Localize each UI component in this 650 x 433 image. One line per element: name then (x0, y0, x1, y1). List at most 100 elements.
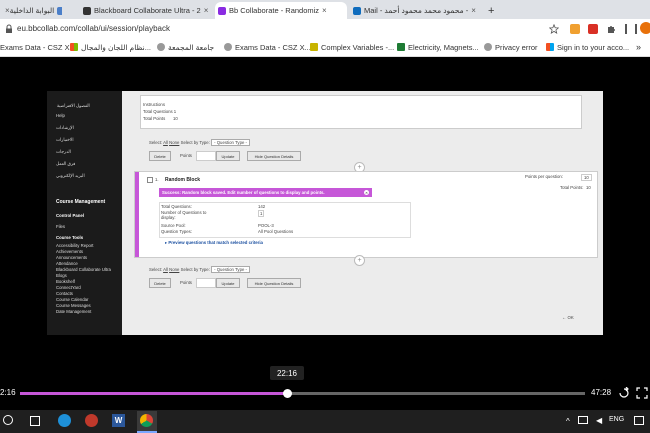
close-icon[interactable]: × (322, 6, 327, 15)
sidebar-item: البريد الإلكتروني (56, 173, 85, 178)
bb-favicon-icon (218, 6, 226, 15)
word-icon[interactable]: W (112, 414, 125, 427)
random-block-title: Random Block (165, 177, 201, 183)
random-block-fields: Total Questions: 142 Number of Questions… (159, 202, 411, 238)
bookmark-exams-data-2[interactable]: Exams Data - CSZ X... (224, 41, 311, 53)
preview-questions-link[interactable]: ▸ Preview questions that match selected … (165, 240, 263, 246)
new-tab-button[interactable]: + (488, 2, 500, 19)
duration: 47:28 (591, 388, 612, 397)
tab-strip: × البوابة الداخلية Blackboard Collaborat… (0, 0, 650, 19)
points-input[interactable] (196, 151, 216, 161)
tool-item: Blackboard Collaborate Ultra (56, 267, 111, 272)
close-icon[interactable]: × (204, 6, 209, 15)
tab-collaborate-ultra[interactable]: Blackboard Collaborate Ultra - 2 × (80, 2, 210, 19)
close-icon[interactable]: × (471, 6, 476, 15)
bookmark-majmaah-university[interactable]: جامعة المجمعة (157, 41, 214, 53)
tab-mail[interactable]: Mail - محمود محمد محمود أحمد - × (350, 2, 480, 19)
preview-link-text: Preview questions that match selected cr… (168, 240, 263, 245)
points-per-question-input[interactable]: 10 (581, 174, 592, 181)
close-message-icon[interactable]: × (364, 190, 369, 195)
select-label: Select: (149, 140, 163, 145)
fullscreen-icon[interactable] (636, 387, 648, 399)
course-management-heading: Course Management (56, 199, 106, 205)
tab-bb-collaborate[interactable]: Bb Collaborate - Randomiz × (215, 2, 347, 19)
delete-button[interactable]: Delete (149, 278, 171, 288)
bookmark-committees-system[interactable]: نظام اللجان والمجال... (70, 41, 151, 53)
hide-details-button[interactable]: Hide Question Details (247, 151, 301, 161)
tab-internal-portal[interactable]: × البوابة الداخلية (2, 2, 62, 19)
select-by-type-label: Select by Type: (180, 267, 210, 272)
add-question-icon[interactable]: + (354, 255, 365, 266)
puzzle-icon[interactable] (606, 24, 616, 34)
hide-details-button[interactable]: Hide Question Details (247, 278, 301, 288)
lock-icon[interactable] (4, 24, 14, 34)
bookmarks-bar: Exams Data - CSZ X... نظام اللجان والمجا… (0, 38, 650, 57)
task-view-icon[interactable] (30, 416, 40, 426)
ok-link[interactable]: ← OK (562, 315, 574, 320)
sidebar-item: Help (56, 113, 65, 118)
media-control-icon[interactable] (625, 24, 637, 34)
select-all-link[interactable]: All (163, 140, 168, 145)
sidebar-item: الاختبارات (56, 137, 74, 142)
select-all-link[interactable]: All (163, 267, 168, 272)
questions-to-display-input[interactable]: 1 (258, 210, 265, 217)
bookmark-electricity[interactable]: Electricity, Magnets... (397, 41, 479, 53)
bookmark-complex-variables[interactable]: Complex Variables -... (310, 41, 394, 53)
question-type-select[interactable]: - Question Type - (211, 139, 250, 146)
field-value: All Pool Questions (258, 229, 294, 234)
field-label: Question Types: (161, 229, 192, 234)
chevron-up-icon[interactable]: ^ (566, 417, 570, 426)
edge-icon[interactable] (58, 414, 71, 427)
tool-item: Course Calendar (56, 297, 89, 302)
select-label: Select: (149, 267, 163, 272)
points-label: Points (180, 280, 192, 285)
app-icon[interactable] (85, 414, 98, 427)
question-type-select[interactable]: - Question Type - (211, 266, 250, 273)
extension-icon[interactable] (570, 24, 580, 34)
tool-item: Blogs (56, 273, 67, 278)
tool-item: Contacts (56, 291, 73, 296)
avatar[interactable] (640, 22, 650, 34)
points-input[interactable] (196, 278, 216, 288)
ms-icon (546, 43, 554, 51)
volume-icon[interactable]: ◀ (596, 416, 602, 425)
field-label: Source Pool: (161, 223, 186, 228)
language-indicator[interactable]: ENG (609, 416, 624, 423)
globe-icon (224, 43, 232, 51)
sidebar-item: الفصول الافتراضية (57, 103, 90, 108)
notification-icon[interactable] (634, 416, 644, 425)
total-points-value: 10 (173, 116, 178, 121)
points-label: Points (180, 153, 192, 158)
chrome-taskbar-button[interactable] (137, 411, 157, 433)
network-icon[interactable] (578, 416, 588, 424)
chrome-icon (140, 414, 153, 427)
star-icon[interactable] (549, 24, 559, 34)
url-field[interactable]: eu.bbcollab.com/collab/ui/session/playba… (0, 21, 530, 36)
more-bookmarks-icon[interactable]: » (636, 41, 641, 53)
seek-bar-progress (20, 392, 288, 395)
question-checkbox[interactable] (147, 177, 153, 183)
update-button[interactable]: Update (216, 151, 240, 161)
points-per-question-label: Points per question: (525, 174, 563, 179)
tool-item: Announcements (56, 255, 88, 260)
delete-button[interactable]: Delete (149, 151, 171, 161)
update-button[interactable]: Update (216, 278, 240, 288)
instructions-label: Instructions (143, 102, 165, 107)
pdf-extension-icon[interactable] (588, 24, 598, 34)
bookmark-sign-in[interactable]: Sign in to your acco... (546, 41, 629, 53)
select-none-link[interactable]: None (169, 140, 179, 145)
outlook-favicon-icon (353, 6, 361, 15)
select-none-link[interactable]: None (169, 267, 179, 272)
field-value: POOL-3 (258, 223, 274, 228)
total-points-value: 10 (586, 185, 591, 190)
select-row-1: Select: All None Select by Type: - Quest… (149, 139, 250, 146)
search-icon[interactable] (3, 415, 13, 425)
select-by-type-label: Select by Type: (180, 140, 210, 145)
globe-icon (484, 43, 492, 51)
bookmark-privacy-error[interactable]: Privacy error (484, 41, 538, 53)
bookmark-exams-data[interactable]: Exams Data - CSZ X... (0, 41, 76, 53)
success-message-text: Success: Random block saved. Edit number… (162, 190, 325, 195)
forward-icon[interactable] (618, 387, 630, 399)
ok-text: OK (567, 315, 574, 320)
sidebar-item: فرق العمل (56, 161, 76, 166)
